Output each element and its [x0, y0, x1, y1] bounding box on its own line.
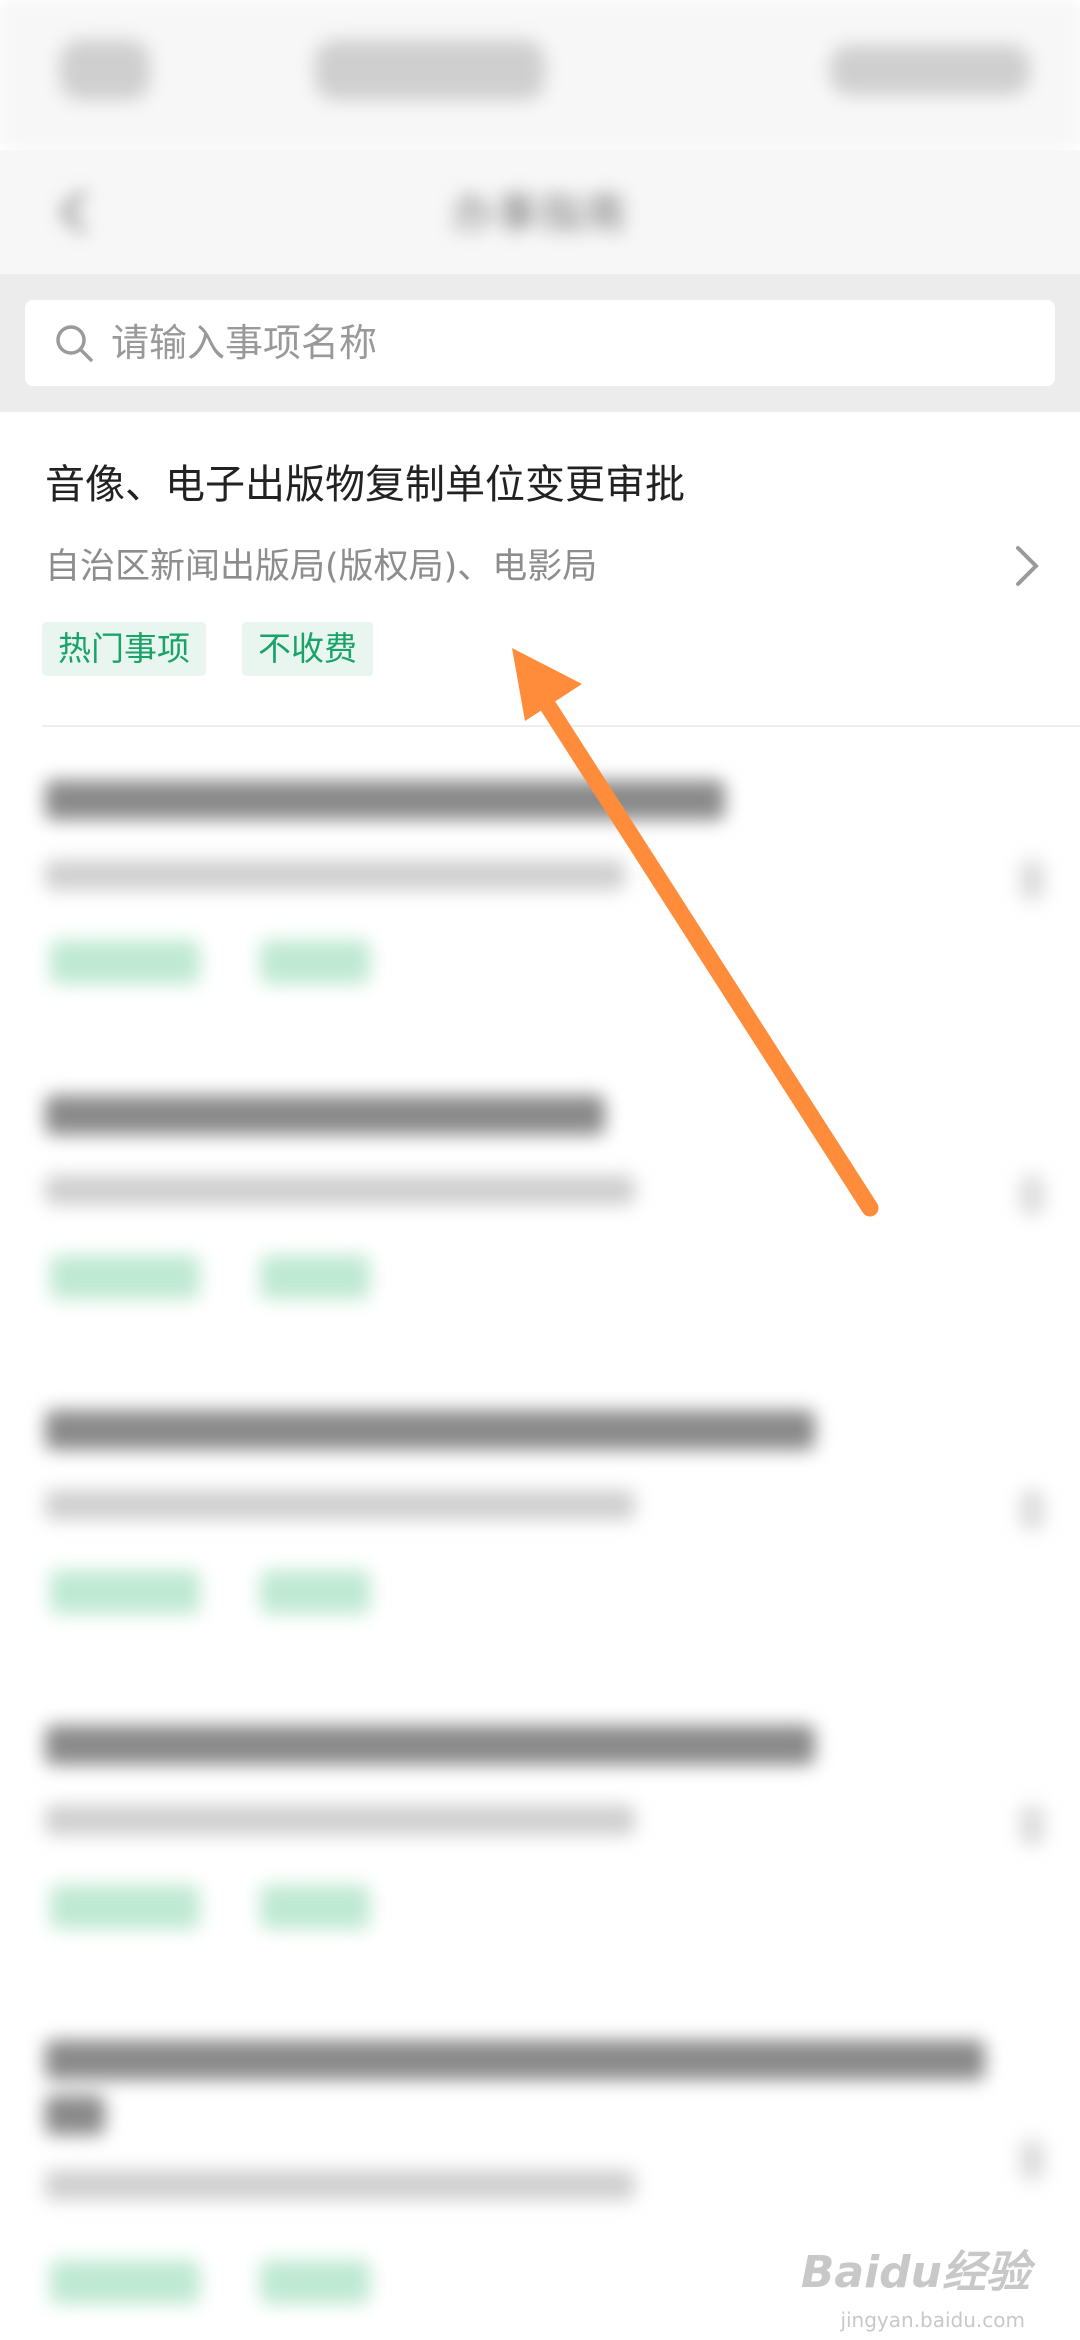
- list-item[interactable]: [0, 1075, 1080, 1335]
- item-title-blurred: [45, 1095, 605, 1135]
- chevron-right-icon: [1020, 1805, 1044, 1845]
- tag-blurred: [50, 1255, 200, 1299]
- chevron-right-icon: [1020, 1175, 1044, 1215]
- search-section: [0, 274, 1080, 412]
- tag-blurred: [50, 2260, 200, 2304]
- item-title-blurred: [45, 2095, 105, 2135]
- tag-blurred: [260, 940, 370, 984]
- item-title-blurred: [45, 1410, 815, 1450]
- item-title-blurred: [45, 1725, 815, 1765]
- tag-blurred: [50, 1570, 200, 1614]
- item-title-blurred: [45, 2040, 985, 2080]
- search-icon: [56, 325, 93, 362]
- item-title-blurred: [45, 780, 725, 820]
- item-department: 自治区新闻出版局(版权局)、电影局: [45, 547, 598, 587]
- item-department-blurred: [45, 2170, 635, 2200]
- item-title: 音像、电子出版物复制单位变更审批: [45, 462, 685, 508]
- page-title: 办事指南: [451, 189, 628, 238]
- list-item[interactable]: 音像、电子出版物复制单位变更审批 自治区新闻出版局(版权局)、电影局 热门事项 …: [0, 412, 1080, 728]
- list-item[interactable]: [0, 1390, 1080, 1650]
- chevron-right-icon: [1020, 2140, 1044, 2180]
- item-tags: 热门事项 不收费: [42, 622, 373, 676]
- tag-blurred: [260, 2260, 370, 2304]
- item-department-blurred: [45, 1805, 635, 1835]
- search-box[interactable]: [25, 300, 1055, 386]
- item-department-blurred: [45, 1490, 635, 1520]
- item-department-blurred: [45, 1175, 635, 1205]
- tag-blurred: [50, 1885, 200, 1929]
- baidu-watermark: Baidu经验: [800, 2247, 1030, 2298]
- chevron-right-icon: [1016, 546, 1039, 586]
- tag-blurred: [260, 1570, 370, 1614]
- status-indicators: [830, 45, 1030, 95]
- status-time: [60, 40, 150, 100]
- divider: [42, 725, 1080, 727]
- chevron-right-icon: [1020, 1490, 1044, 1530]
- list-item[interactable]: [0, 1705, 1080, 1965]
- item-department-blurred: [45, 860, 625, 890]
- status-notifications: [315, 40, 545, 100]
- app-header: 办事指南: [0, 150, 1080, 274]
- tag-blurred: [260, 1885, 370, 1929]
- chevron-right-icon: [1020, 860, 1044, 900]
- status-bar: [0, 0, 1080, 150]
- baidu-watermark-url: jingyan.baidu.com: [840, 2308, 1025, 2332]
- tag-hot: 热门事项: [42, 622, 206, 676]
- tag-blurred: [260, 1255, 370, 1299]
- list-item[interactable]: [0, 760, 1080, 1020]
- tag-free: 不收费: [242, 622, 373, 676]
- search-input[interactable]: [109, 320, 1013, 366]
- tag-blurred: [50, 940, 200, 984]
